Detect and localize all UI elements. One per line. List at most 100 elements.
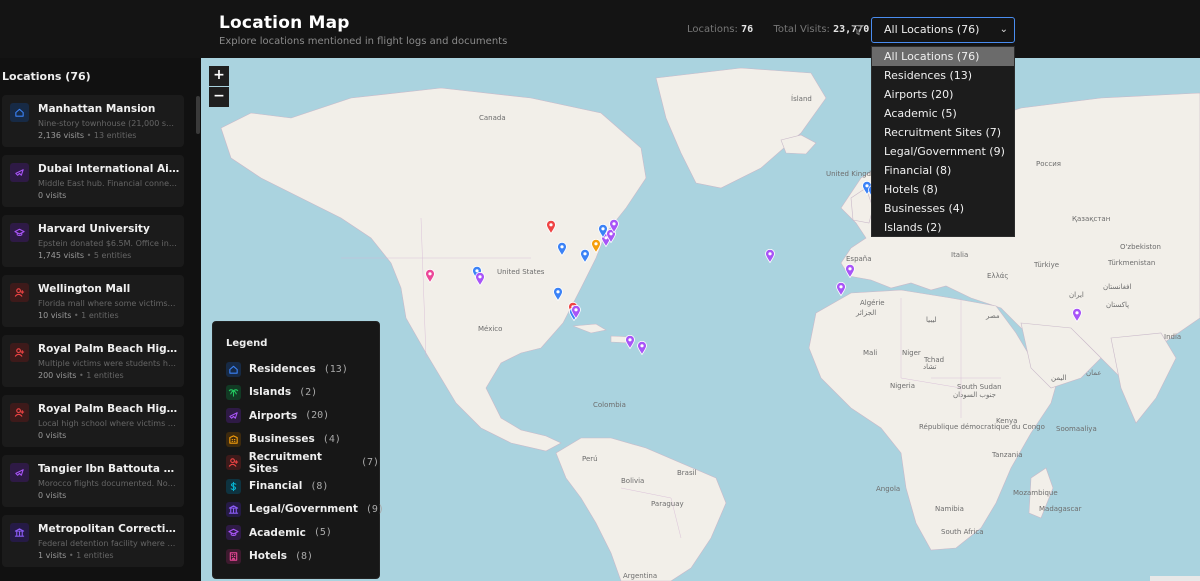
- marker-massachusetts[interactable]: [598, 223, 608, 239]
- map-label: Bolivia: [621, 477, 645, 485]
- legend-count: (2): [299, 386, 318, 398]
- location-filter-dropdown: All Locations (76) Residences (13) Airport…: [871, 46, 1015, 237]
- map-label: پاکستان: [1106, 301, 1130, 309]
- filter-option[interactable]: Financial (8): [872, 161, 1014, 180]
- marker-dubai[interactable]: [1072, 307, 1082, 323]
- location-description: Florida mall where some victims recruite…: [38, 299, 178, 308]
- map-label: Perú: [582, 455, 598, 463]
- marker-spain[interactable]: [845, 263, 855, 279]
- map-label: Ísland: [791, 95, 812, 103]
- legend-item: Legal/Government (9): [226, 501, 384, 517]
- marker-virgin-islands[interactable]: [625, 334, 635, 350]
- map-label: España: [846, 255, 872, 263]
- map-label: Soomaaliya: [1056, 425, 1097, 433]
- filter-option[interactable]: Hotels (8): [872, 180, 1014, 199]
- filter-option[interactable]: Residences (13): [872, 66, 1014, 85]
- filter-option[interactable]: Businesses (4): [872, 199, 1014, 218]
- location-description: Multiple victims were students here: [38, 359, 178, 368]
- location-meta: 10 visits • 1 entities: [38, 311, 119, 320]
- location-name: Tangier Ibn Battouta Airport: [38, 463, 180, 475]
- marker-new-mexico-2[interactable]: [475, 271, 485, 287]
- legend-title: Legend: [226, 338, 268, 349]
- location-name: Metropolitan Correctional Center: [38, 523, 180, 535]
- location-card[interactable]: Dubai International Airport Middle East h…: [2, 155, 184, 207]
- location-description: Nine-story townhouse (21,000 sq ft: [38, 119, 178, 128]
- locations-stat-value: 76: [741, 24, 754, 35]
- map-label: Italia: [951, 251, 969, 259]
- filter-option[interactable]: Islands (2): [872, 218, 1014, 237]
- map-label: Madagascar: [1039, 505, 1082, 513]
- zoom-out-button[interactable]: −: [209, 87, 229, 107]
- home-icon: [226, 361, 241, 377]
- landmark-icon: [226, 501, 241, 517]
- map-label: Angola: [876, 485, 901, 493]
- map-label: Algérie: [860, 299, 885, 307]
- marker-palm-beach-2[interactable]: [571, 304, 581, 320]
- legend-item: Hotels (8): [226, 548, 313, 564]
- top-bar: Location Map Explore locations mentioned…: [0, 0, 1200, 58]
- location-card[interactable]: Harvard University Epstein donated $6.5M.…: [2, 215, 184, 267]
- zoom-in-button[interactable]: +: [209, 66, 229, 86]
- location-meta: 0 visits: [38, 191, 66, 200]
- plane-icon: [226, 408, 241, 424]
- legend-count: (7): [360, 457, 379, 469]
- location-description: Epstein donated $6.5M. Office in premise…: [38, 239, 178, 248]
- entities-count: • 5 entities: [86, 251, 132, 260]
- visits-count: 1 visits: [38, 551, 67, 560]
- visits-stat-label: Total Visits:: [773, 24, 830, 35]
- location-name: Royal Palm Beach High School: [38, 403, 180, 415]
- legend-label: Hotels: [249, 550, 287, 563]
- user-plus-icon: [226, 455, 241, 471]
- location-card[interactable]: Metropolitan Correctional Center Federal …: [2, 515, 184, 567]
- marker-morocco[interactable]: [836, 281, 846, 297]
- map-label: Namibia: [935, 505, 964, 513]
- map-label: O'zbekiston: [1120, 243, 1161, 251]
- marker-pennsylvania[interactable]: [580, 248, 590, 264]
- filter-option[interactable]: Recruitment Sites (7): [872, 123, 1014, 142]
- map-label: افغانستان: [1103, 283, 1132, 291]
- location-card[interactable]: Wellington Mall Florida mall where some v…: [2, 275, 184, 327]
- map-label: México: [478, 325, 503, 333]
- location-card[interactable]: Royal Palm Beach High School Multiple vic…: [2, 335, 184, 387]
- marker-azores[interactable]: [765, 248, 775, 264]
- map-label: Colombia: [593, 401, 626, 409]
- legend-count: (8): [310, 480, 329, 492]
- location-card[interactable]: Tangier Ibn Battouta Airport Morocco flig…: [2, 455, 184, 507]
- marker-new-york[interactable]: [591, 238, 601, 254]
- location-meta: 2,136 visits • 13 entities: [38, 131, 136, 140]
- marker-ohio[interactable]: [557, 241, 567, 257]
- marker-georgia[interactable]: [553, 286, 563, 302]
- user-plus-icon: [10, 403, 29, 422]
- marker-virgin-islands-2[interactable]: [637, 340, 647, 356]
- filter-icon: [852, 25, 864, 36]
- entities-count: • 1 entities: [73, 311, 119, 320]
- location-meta: 200 visits • 1 entities: [38, 371, 124, 380]
- stats-summary: Locations: 76 Total Visits: 23,770: [687, 24, 869, 35]
- location-card[interactable]: Manhattan Mansion Nine-story townhouse (2…: [2, 95, 184, 147]
- legend-count: (20): [305, 410, 330, 422]
- legend-item: Academic (5): [226, 525, 332, 541]
- building-icon: [226, 431, 241, 447]
- filter-option[interactable]: Legal/Government (9): [872, 142, 1014, 161]
- map-label: جنوب السودان: [953, 391, 997, 399]
- filter-option[interactable]: Academic (5): [872, 104, 1014, 123]
- visits-count: 0 visits: [38, 491, 67, 500]
- location-filter-select[interactable]: All Locations (76) ⌄: [871, 17, 1015, 43]
- filter-option[interactable]: Airports (20): [872, 85, 1014, 104]
- sidebar-scrollbar[interactable]: [196, 96, 200, 134]
- filter-option[interactable]: All Locations (76): [872, 47, 1014, 66]
- map-label: Mali: [863, 349, 878, 357]
- marker-chicago[interactable]: [546, 219, 556, 235]
- location-filter-value: All Locations (76): [884, 23, 980, 36]
- locations-stat-label: Locations:: [687, 24, 738, 35]
- legend-item: Islands (2): [226, 384, 317, 400]
- marker-los-angeles[interactable]: [425, 268, 435, 284]
- map-label: مصر: [986, 312, 1000, 320]
- location-description: Morocco flights documented. North Africa: [38, 479, 178, 488]
- marker-vermont[interactable]: [609, 218, 619, 234]
- plane-icon: [10, 463, 29, 482]
- legend-item: Recruitment Sites (7): [226, 451, 379, 475]
- location-card[interactable]: Royal Palm Beach High School Local high s…: [2, 395, 184, 447]
- location-description: Federal detention facility where Epstein: [38, 539, 178, 548]
- visits-count: 200 visits: [38, 371, 77, 380]
